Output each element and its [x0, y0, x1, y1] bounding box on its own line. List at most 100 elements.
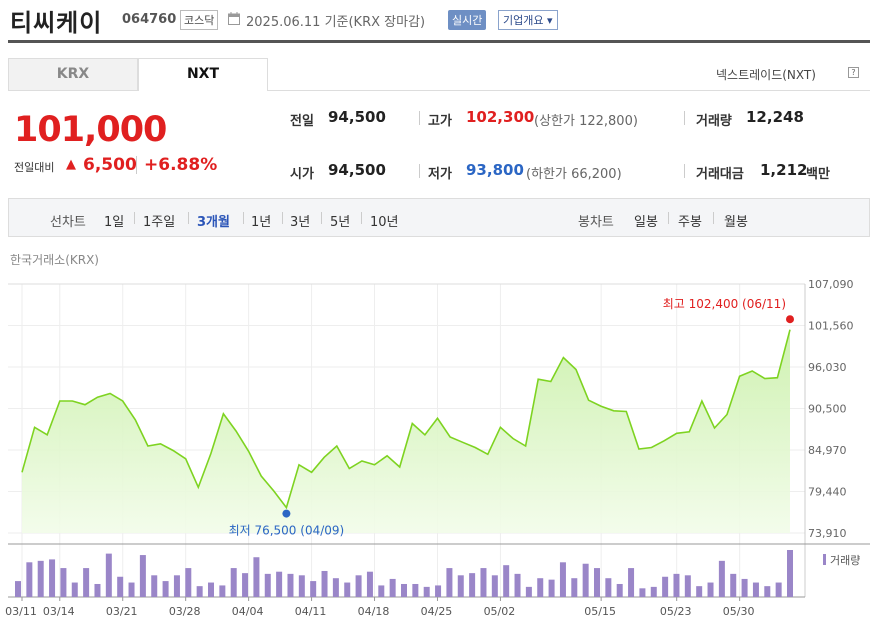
period-separator	[668, 212, 669, 224]
volume-bar	[525, 586, 532, 597]
nextrade-link[interactable]: 넥스트레이드(NXT)	[716, 66, 816, 83]
volume-legend-label: 거래량	[830, 554, 860, 567]
stock-name: 티씨케이	[10, 9, 103, 37]
volume-bar	[571, 578, 578, 597]
x-tick-label: 03/11	[5, 605, 37, 618]
line-chart-label: 선차트	[50, 215, 86, 230]
tab-krx[interactable]: KRX	[8, 58, 138, 91]
volume-bar	[332, 578, 339, 597]
volume-bar	[287, 573, 294, 597]
volume-bar	[662, 576, 669, 597]
volume-bar	[208, 582, 214, 597]
volume-bar	[684, 575, 691, 597]
volume-bar	[423, 586, 430, 597]
x-tick-label: 05/15	[584, 605, 616, 618]
volume-bar	[276, 571, 283, 597]
max-label: 최고 102,400 (06/11)	[663, 297, 786, 311]
volume-bar	[219, 585, 226, 597]
volume-bar	[787, 550, 793, 597]
realtime-button[interactable]: 실시간	[448, 10, 487, 30]
tab-nxt[interactable]: NXT	[138, 58, 268, 91]
prev-close-label: 전일	[290, 114, 314, 129]
period-1w[interactable]: 1주일	[143, 211, 175, 230]
period-separator	[713, 212, 714, 224]
x-tick-label: 03/28	[169, 605, 201, 618]
volume-bar	[435, 585, 442, 597]
current-price: 101,000	[14, 110, 167, 150]
volume-bar	[264, 573, 271, 597]
x-tick-label: 04/04	[232, 605, 264, 618]
x-tick-label: 04/25	[421, 605, 453, 618]
volume-bar	[105, 553, 112, 597]
volume-bar	[344, 582, 351, 597]
price-chart: 107,090 101,560 96,030 90,500 84,970 79,440 73…	[5, 278, 870, 618]
volume-bar	[253, 557, 260, 597]
y-tick-label: 107,090	[808, 278, 854, 291]
volume-bar	[650, 586, 657, 597]
base-date: 2025.06.11 기준(KRX 장마감)	[246, 15, 426, 30]
volume-bar	[83, 568, 90, 597]
volume-bar	[446, 568, 453, 597]
volume-bar	[71, 582, 78, 597]
max-marker	[786, 315, 794, 324]
up-arrow-icon: ▲	[66, 157, 76, 172]
exchange-label: 한국거래소(KRX)	[10, 253, 99, 267]
candle-monthly[interactable]: 월봉	[724, 211, 748, 230]
volume-bar	[60, 568, 67, 597]
y-tick-label: 84,970	[808, 444, 847, 457]
period-1d[interactable]: 1일	[104, 211, 124, 230]
period-separator	[321, 212, 322, 224]
candle-daily[interactable]: 일봉	[634, 211, 658, 230]
high-value: 102,300	[466, 108, 535, 126]
period-1y[interactable]: 1년	[251, 211, 271, 230]
volume-bar	[310, 581, 317, 597]
period-separator	[243, 212, 244, 224]
company-overview-dropdown[interactable]: 기업개요 ▾	[498, 10, 558, 30]
volume-bar	[401, 583, 407, 597]
volume-bar	[26, 562, 33, 597]
volume-bar	[230, 568, 237, 597]
volume-bar	[605, 578, 612, 597]
volume-bar	[173, 575, 180, 597]
help-icon[interactable]: ?	[848, 67, 859, 78]
trade-amount-value: 1,212	[760, 161, 808, 179]
volume-bar	[139, 555, 146, 597]
period-5y[interactable]: 5년	[330, 211, 350, 230]
volume-bar	[457, 575, 464, 597]
y-tick-label: 96,030	[808, 361, 847, 374]
volume-bar	[366, 571, 373, 597]
x-tick-label: 04/11	[295, 605, 327, 618]
volume-bar	[491, 575, 498, 597]
volume-bar	[94, 583, 101, 597]
period-separator	[188, 212, 189, 224]
volume-bar	[151, 575, 158, 597]
volume-bar	[730, 573, 737, 597]
volume-bar	[673, 573, 680, 597]
x-tick-label: 03/14	[43, 605, 75, 618]
period-3m[interactable]: 3개월	[197, 211, 230, 230]
volume-bar	[242, 573, 249, 597]
volume-bar	[582, 563, 589, 597]
period-10y[interactable]: 10년	[370, 211, 399, 230]
change-percent: +6.88%	[144, 155, 218, 175]
calendar-icon	[228, 12, 240, 25]
y-tick-label: 101,560	[808, 320, 854, 333]
volume-bar	[628, 568, 635, 597]
period-3y[interactable]: 3년	[290, 211, 310, 230]
lower-limit: (하한가 66,200)	[526, 167, 622, 182]
candle-weekly[interactable]: 주봉	[678, 211, 702, 230]
volume-bar	[128, 582, 135, 597]
x-tick-label: 04/18	[358, 605, 390, 618]
volume-bar	[412, 583, 419, 597]
volume-legend-swatch	[823, 554, 826, 565]
volume-label: 거래량	[696, 114, 732, 129]
x-tick-label: 05/02	[484, 605, 516, 618]
tab-divider	[268, 90, 870, 91]
change-value: 6,500	[83, 155, 137, 175]
volume-bar	[15, 581, 21, 597]
volume-bar	[616, 583, 623, 597]
stock-code: 064760	[122, 12, 177, 27]
volume-bar	[514, 573, 521, 597]
volume-bar	[594, 568, 600, 597]
volume-bar	[162, 581, 169, 597]
